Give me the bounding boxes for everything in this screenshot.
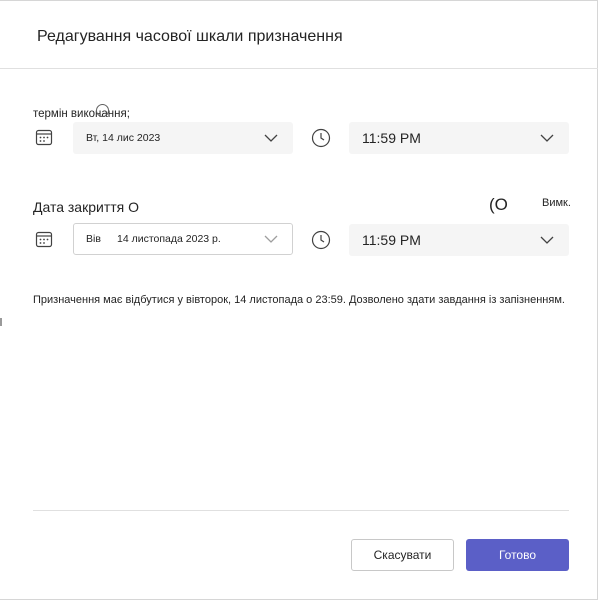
cancel-button[interactable]: Скасувати xyxy=(351,539,454,571)
close-time-value: 11:59 PM xyxy=(362,232,421,248)
close-date-label: Дата закриття О xyxy=(33,199,140,215)
close-date-toggle[interactable]: (О xyxy=(489,195,508,215)
chevron-down-icon xyxy=(264,134,278,142)
close-date-value: 14 листопада 2023 р. xyxy=(117,233,221,245)
resize-handle xyxy=(0,318,2,326)
due-date-picker[interactable]: Вт, 14 лис 2023 xyxy=(73,122,293,154)
edit-timeline-dialog: Редагування часової шкали призначення те… xyxy=(0,0,598,600)
chevron-down-icon xyxy=(264,235,278,243)
chevron-down-icon xyxy=(540,134,554,142)
close-time-picker[interactable]: 11:59 PM xyxy=(349,224,569,256)
dialog-header: Редагування часової шкали призначення xyxy=(0,1,598,69)
chevron-down-icon xyxy=(540,236,554,244)
done-button[interactable]: Готово xyxy=(466,539,569,571)
due-date-label: термін виконання; xyxy=(33,108,130,120)
schedule-note: Призначення має відбутися у вівторок, 14… xyxy=(33,294,565,306)
due-date-value: Вт, 14 лис 2023 xyxy=(86,132,161,144)
calendar-icon xyxy=(35,231,53,248)
close-date-day: Вів xyxy=(86,233,101,245)
footer-divider xyxy=(33,510,569,511)
close-date-picker[interactable]: Вів 14 листопада 2023 р. xyxy=(73,223,293,255)
clock-icon xyxy=(311,230,331,250)
dialog-title: Редагування часової шкали призначення xyxy=(37,28,343,45)
calendar-icon xyxy=(35,129,53,146)
clock-icon xyxy=(311,128,331,148)
due-time-value: 11:59 PM xyxy=(362,130,421,146)
info-icon[interactable] xyxy=(96,104,109,117)
close-date-toggle-state: Вимк. xyxy=(542,197,571,209)
due-time-picker[interactable]: 11:59 PM xyxy=(349,122,569,154)
